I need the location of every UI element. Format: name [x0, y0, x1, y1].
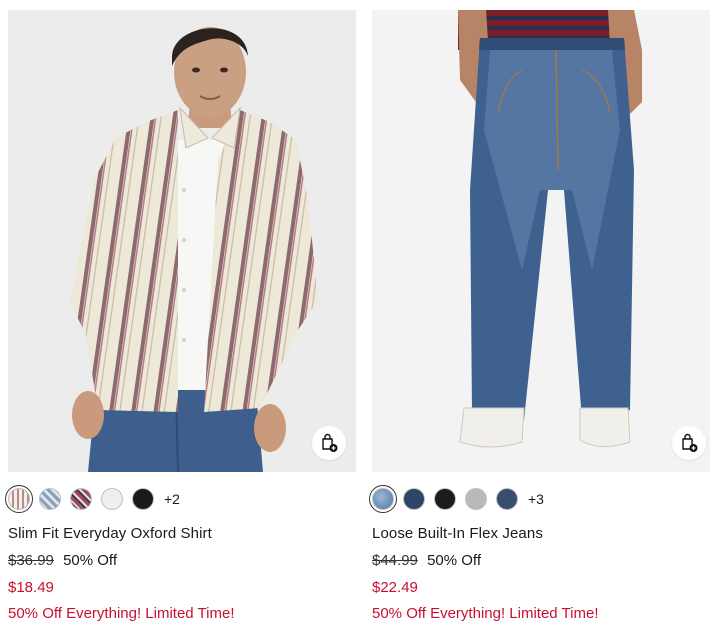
sale-price: $18.49	[8, 579, 54, 596]
product-card-oxford-shirt: +2 Slim Fit Everyday Oxford Shirt $36.99…	[5, 10, 356, 622]
product-image[interactable]	[8, 10, 356, 472]
more-colors-link[interactable]: +3	[528, 491, 544, 507]
add-to-bag-icon	[682, 433, 698, 452]
swatch-0[interactable]	[369, 485, 397, 513]
swatch-3[interactable]	[101, 488, 123, 510]
discount-label: 50% Off	[427, 552, 481, 569]
swatch-4[interactable]	[496, 488, 518, 510]
add-to-bag-button[interactable]	[312, 426, 346, 460]
shirt-model-photo	[70, 27, 318, 472]
color-swatches: +3	[369, 485, 710, 513]
swatch-0[interactable]	[5, 485, 33, 513]
original-price: $44.99	[372, 552, 418, 569]
price-line: $36.99 50% Off	[8, 552, 356, 569]
product-card-flex-jeans: +3 Loose Built-In Flex Jeans $44.99 50% …	[369, 10, 710, 622]
add-to-bag-button[interactable]	[672, 426, 706, 460]
more-colors-link[interactable]: +2	[164, 491, 180, 507]
product-title[interactable]: Loose Built-In Flex Jeans	[372, 525, 710, 542]
swatch-2[interactable]	[434, 488, 456, 510]
swatch-1[interactable]	[403, 488, 425, 510]
product-title[interactable]: Slim Fit Everyday Oxford Shirt	[8, 525, 356, 542]
price-line: $44.99 50% Off	[372, 552, 710, 569]
swatch-3[interactable]	[465, 488, 487, 510]
sale-price: $22.49	[372, 579, 418, 596]
color-swatches: +2	[5, 485, 356, 513]
product-image[interactable]	[372, 10, 710, 472]
promo-text: 50% Off Everything! Limited Time!	[8, 605, 235, 622]
swatch-4[interactable]	[132, 488, 154, 510]
swatch-1[interactable]	[39, 488, 61, 510]
jeans-model-photo	[458, 10, 642, 448]
swatch-2[interactable]	[70, 488, 92, 510]
original-price: $36.99	[8, 552, 54, 569]
add-to-bag-icon	[322, 433, 338, 452]
product-grid: +2 Slim Fit Everyday Oxford Shirt $36.99…	[0, 0, 710, 632]
discount-label: 50% Off	[63, 552, 117, 569]
promo-text: 50% Off Everything! Limited Time!	[372, 605, 599, 622]
